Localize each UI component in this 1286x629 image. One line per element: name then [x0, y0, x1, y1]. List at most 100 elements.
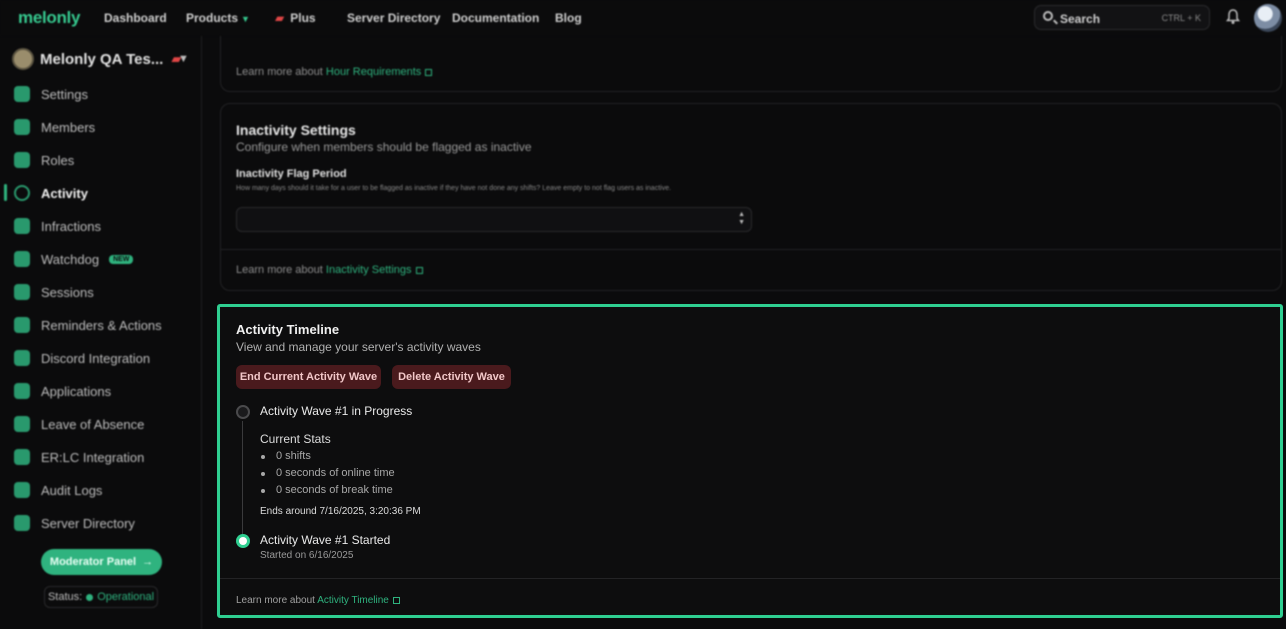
sidebar-item-label: Sessions: [41, 284, 94, 300]
sidebar-item-label: Activity: [41, 185, 88, 201]
sidebar-item-label: Members: [41, 119, 96, 135]
inactivity-flag-input[interactable]: ▲ ▼: [236, 207, 752, 232]
nav-server-directory-link[interactable]: Server Directory: [347, 11, 440, 25]
sidebar-item-settings[interactable]: Settings: [14, 84, 88, 104]
sidebar: Melonly QA Tes... ▰ ▼ Settings Members R…: [0, 36, 202, 629]
settings-icon: [14, 86, 30, 102]
sidebar-item-label: Audit Logs: [41, 482, 103, 498]
arrow-right-icon: →: [142, 556, 154, 568]
divider: [221, 249, 1281, 250]
wave-started-title: Activity Wave #1 Started: [260, 533, 391, 547]
chevron-down-icon: ▼: [241, 14, 250, 24]
sidebar-item-label: Reminders & Actions: [41, 317, 162, 333]
divider: [220, 578, 1280, 579]
learn-more-prefix: Learn more about: [236, 264, 323, 276]
inactivity-flag-label: Inactivity Flag Period: [236, 168, 347, 180]
sidebar-item-discord-integration[interactable]: Discord Integration: [14, 348, 150, 368]
activity-timeline-panel: Activity Timeline View and manage your s…: [217, 304, 1283, 618]
timeline-connector: [242, 421, 243, 539]
sidebar-item-label: Leave of Absence: [41, 416, 145, 432]
wave-progress-title: Activity Wave #1 in Progress: [260, 404, 413, 418]
sessions-icon: [14, 284, 30, 300]
nav-plus-link[interactable]: ▰ Plus: [275, 11, 316, 25]
clock-icon: [14, 185, 30, 201]
status-indicator[interactable]: Status: Operational: [44, 586, 158, 608]
new-badge: NEW: [109, 254, 134, 264]
sidebar-item-watchdog[interactable]: Watchdog NEW: [14, 249, 134, 269]
timeline-node-pending-icon: [236, 405, 250, 419]
sidebar-item-label: Server Directory: [41, 515, 135, 531]
melonly-logo[interactable]: melonly: [18, 8, 80, 28]
timeline-subtitle: View and manage your server's activity w…: [236, 340, 481, 354]
status-value: Operational: [97, 591, 155, 603]
infractions-icon: [14, 218, 30, 234]
server-avatar: [12, 48, 34, 70]
nav-dashboard-link[interactable]: Dashboard: [104, 11, 167, 25]
wave-end-time: Ends around 7/16/2025, 3:20:36 PM: [260, 506, 421, 517]
sidebar-item-audit-logs[interactable]: Audit Logs: [14, 480, 102, 500]
plus-brand-icon: ▰: [275, 11, 285, 25]
nav-documentation-link[interactable]: Documentation: [452, 11, 539, 25]
external-link-icon: [425, 69, 433, 76]
server-selector[interactable]: Melonly QA Tes... ▰ ▼: [12, 48, 189, 70]
sidebar-item-members[interactable]: Members: [14, 117, 95, 137]
inactivity-title: Inactivity Settings: [236, 122, 356, 138]
learn-more-text: Learn more about Hour Requirements: [236, 66, 433, 78]
reminders-icon: [14, 317, 30, 333]
search-bar[interactable]: Search CTRL + K: [1034, 5, 1210, 30]
moderator-panel-button[interactable]: Moderator Panel →: [41, 549, 162, 575]
car-icon: [14, 449, 30, 465]
sidebar-item-label: ER:LC Integration: [41, 449, 145, 465]
stats-list: 0 shifts 0 seconds of online time 0 seco…: [260, 448, 395, 499]
sidebar-item-reminders[interactable]: Reminders & Actions: [14, 315, 162, 335]
leave-icon: [14, 416, 30, 432]
delete-activity-wave-button[interactable]: Delete Activity Wave: [392, 365, 511, 389]
sidebar-item-roles[interactable]: Roles: [14, 150, 74, 170]
nav-blog-link[interactable]: Blog: [555, 11, 582, 25]
chevron-down-icon: ▼: [178, 53, 189, 65]
members-icon: [14, 119, 30, 135]
active-indicator: [4, 184, 7, 201]
sidebar-item-infractions[interactable]: Infractions: [14, 216, 101, 236]
external-link-icon: [415, 267, 423, 274]
watchdog-icon: [14, 251, 30, 267]
status-dot-icon: [86, 593, 94, 601]
user-avatar[interactable]: [1254, 4, 1282, 32]
wave-start-date: Started on 6/16/2025: [260, 550, 354, 561]
sidebar-item-activity[interactable]: Activity: [14, 183, 88, 203]
bell-icon[interactable]: [1226, 9, 1240, 25]
nav-products-dropdown[interactable]: Products ▼: [186, 11, 250, 25]
inactivity-settings-link[interactable]: Inactivity Settings: [326, 264, 412, 276]
external-link-icon: [392, 597, 400, 604]
sidebar-item-applications[interactable]: Applications: [14, 381, 111, 401]
learn-more-text: Learn more about Inactivity Settings: [236, 264, 423, 276]
sidebar-item-sessions[interactable]: Sessions: [14, 282, 94, 302]
sidebar-item-server-directory[interactable]: Server Directory: [14, 513, 135, 533]
stat-break-time: 0 seconds of break time: [260, 482, 395, 499]
activity-timeline-link[interactable]: Activity Timeline: [317, 595, 389, 606]
sidebar-item-label: Settings: [41, 86, 88, 102]
sidebar-item-erlc-integration[interactable]: ER:LC Integration: [14, 447, 144, 467]
sidebar-item-label: Applications: [41, 383, 112, 399]
learn-more-prefix: Learn more about: [236, 66, 323, 78]
sidebar-item-label: Roles: [41, 152, 75, 168]
end-activity-wave-button[interactable]: End Current Activity Wave: [236, 365, 381, 389]
audit-logs-icon: [14, 482, 30, 498]
current-stats-heading: Current Stats: [260, 432, 331, 446]
sidebar-item-leave-of-absence[interactable]: Leave of Absence: [14, 414, 144, 434]
timeline-title: Activity Timeline: [236, 322, 340, 337]
hour-requirements-link[interactable]: Hour Requirements: [326, 66, 421, 78]
inactivity-settings-panel: Inactivity Settings Configure when membe…: [220, 103, 1282, 291]
inactivity-subtitle: Configure when members should be flagged…: [236, 140, 532, 154]
inactivity-flag-description: How many days should it take for a user …: [236, 185, 672, 192]
number-stepper-icon[interactable]: ▲ ▼: [738, 211, 745, 227]
nav-plus-label: Plus: [290, 11, 316, 25]
learn-more-text: Learn more about Activity Timeline: [236, 595, 400, 606]
learn-more-prefix: Learn more about: [236, 595, 315, 606]
server-directory-icon: [14, 515, 30, 531]
sidebar-item-label: Discord Integration: [41, 350, 151, 366]
stat-online-time: 0 seconds of online time: [260, 465, 395, 482]
moderator-panel-label: Moderator Panel: [49, 556, 137, 568]
sidebar-item-label: Infractions: [41, 218, 101, 234]
discord-icon: [14, 350, 30, 366]
